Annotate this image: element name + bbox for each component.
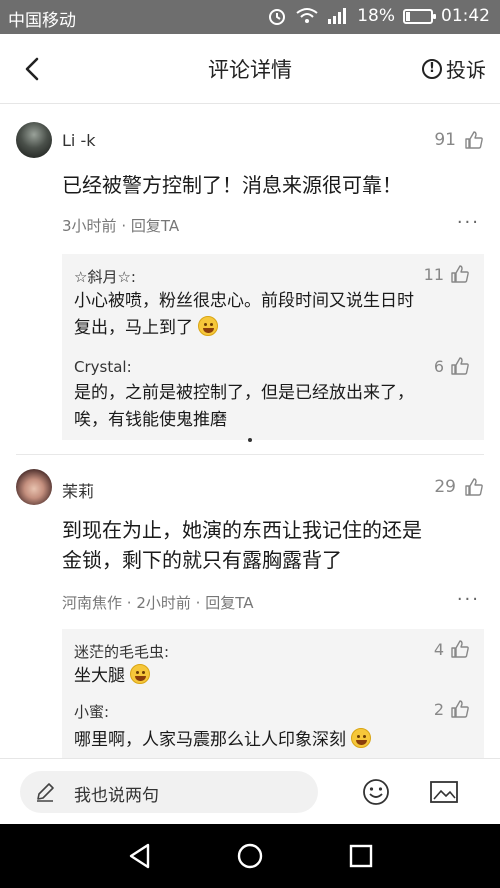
comment-item: 茉莉 29 到现在为止，她演的东西让我记住的还是 金锁，剩下的就只有露胸露背了 … [0,455,500,758]
meta-separator: · [126,594,137,612]
report-button[interactable]: ! 投诉 [422,54,486,83]
report-label: 投诉 [446,58,486,82]
reply-text: 坐大腿 [74,663,474,690]
scroll-indicator-dot [248,438,252,442]
thumbs-up-icon [451,640,469,658]
carrier-label: 中国移动 [8,11,76,31]
comment-username[interactable]: 茉莉 [62,478,94,502]
reply-like-button[interactable]: 2 [434,699,470,719]
reply-like-button[interactable]: 6 [434,356,470,376]
comment-item: Li -k 91 已经被警方控制了！消息来源很可靠！ 3小时前 · 回复TA ·… [0,104,500,454]
reply-text-line: 哪里啊，人家马震那么让人印象深刻 [74,730,346,750]
reply-text: 哪里啊，人家马震那么让人印象深刻 [74,727,474,754]
reply-text-line: 是的，之前是被控制了，但是已经放出来了， [74,383,414,403]
system-nav-bar [0,824,500,888]
comment-username[interactable]: Li -k [62,131,95,150]
reply-username[interactable]: 迷茫的毛毛虫: [74,641,169,662]
comment-meta: 3小时前 · 回复TA [62,215,179,236]
laughing-emoji-icon [351,728,372,748]
comment-text: 到现在为止，她演的东西让我记住的还是 金锁，剩下的就只有露胸露背了 [62,515,482,575]
comment-text: 已经被警方控制了！消息来源很可靠！ [62,173,402,197]
replies-panel: 迷茫的毛毛虫: 4 坐大腿 小蜜: 2 哪里啊，人家马震那么让人印象深刻 [62,629,484,758]
reply-username[interactable]: 小蜜: [74,701,109,722]
reply-username[interactable]: ☆斜月☆: [74,266,136,287]
reply-like-count: 4 [433,639,444,659]
image-icon[interactable] [429,777,459,807]
reply-text-line: 坐大腿 [74,666,125,686]
reply-text-line: 唉，有钱能使鬼推磨 [74,410,227,430]
reply-text: 是的，之前是被控制了，但是已经放出来了， 唉，有钱能使鬼推磨 [74,380,474,434]
replies-panel: ☆斜月☆: 11 小心被喷，粉丝很忠心。前段时间又说生日时 复出，马上到了 Cr… [62,254,484,440]
alarm-icon [269,9,286,25]
crying-emoji-icon [130,664,151,684]
top-bar: 评论详情 ! 投诉 [0,34,500,104]
clock: 01:42 [441,6,490,26]
reply-like-button[interactable]: 11 [424,264,470,284]
reply-text: 小心被喷，粉丝很忠心。前段时间又说生日时 复出，马上到了 [74,288,474,342]
smiley-icon[interactable] [361,777,391,807]
thumbs-up-icon [451,700,469,718]
comment-text-line: 到现在为止，她演的东西让我记住的还是 [62,518,422,542]
reply-like-count: 11 [423,264,444,284]
battery-icon [403,8,436,24]
thumbs-up-icon [465,131,483,149]
avatar[interactable] [16,122,52,158]
comment-input-placeholder: 我也说两句 [74,786,159,806]
reply-text-line: 复出，马上到了 [74,318,193,338]
more-options-icon[interactable]: ··· [457,589,480,610]
thumbs-up-icon [451,265,469,283]
signal-icon [328,8,347,24]
comment-time: 3小时前 [62,217,117,235]
reply-username[interactable]: Crystal: [74,358,132,376]
status-bar: 中国移动 18% 01:42 [0,0,500,34]
like-count: 91 [434,130,456,150]
meta-separator: · [121,217,131,235]
thumbs-up-icon [465,478,483,496]
reply-link[interactable]: 回复TA [205,594,253,612]
exclamation-circle-icon: ! [422,58,442,79]
like-button[interactable]: 29 [434,477,484,497]
comment-text-line: 金锁，剩下的就只有露胸露背了 [62,548,342,572]
reply-like-count: 6 [433,356,444,376]
comment-input-bar: 我也说两句 [0,758,500,824]
comment-meta: 河南焦作 · 2小时前 · 回复TA [62,592,253,613]
reply-like-count: 2 [433,699,444,719]
comment-time: 2小时前 [136,594,191,612]
battery-percent: 18% [357,6,395,26]
circle-home-icon[interactable] [234,840,266,872]
like-count: 29 [434,477,456,497]
pen-icon [37,783,54,802]
comment-location: 河南焦作 [62,594,123,612]
triangle-back-icon[interactable] [124,840,156,872]
avatar[interactable] [16,469,52,505]
meta-separator: · [195,594,206,612]
square-recent-icon[interactable] [345,840,377,872]
grin-emoji-icon [198,316,219,336]
reply-text-line: 小心被喷，粉丝很忠心。前段时间又说生日时 [74,291,414,311]
thumbs-up-icon [451,357,469,375]
reply-link[interactable]: 回复TA [131,217,179,235]
reply-like-button[interactable]: 4 [434,639,470,659]
comment-input[interactable]: 我也说两句 [20,771,318,813]
more-options-icon[interactable]: ··· [457,212,480,233]
wifi-icon [296,8,318,23]
like-button[interactable]: 91 [434,130,484,150]
